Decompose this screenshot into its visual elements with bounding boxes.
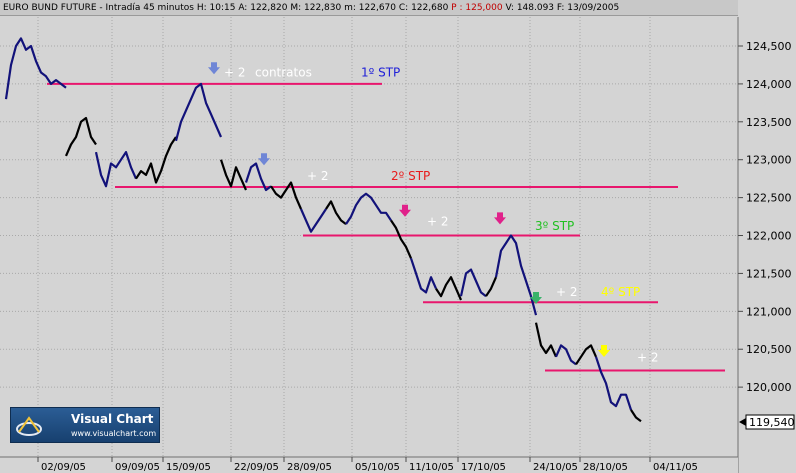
x-tick-label: 04/11/05 [653,462,698,473]
last-price-marker: 119,540 [739,414,795,430]
x-tick-label: 24/10/05 [533,462,578,473]
price-chart: + 2 contratos 1º STP + 2 2º STP + 2 3º STP + 2 4… [0,17,796,473]
x-tick-label: 22/09/05 [234,462,279,473]
x-tick-label: 28/09/05 [287,462,332,473]
annotation-label: + 2 [427,215,449,229]
y-tick-label: 124,500 [746,40,792,53]
x-tick-label: 15/09/05 [166,462,211,473]
y-tick-label: 120,500 [746,343,792,356]
y-tick-label: 122,000 [746,230,792,243]
annotation-label: + 2 [637,350,659,364]
y-tick-label: 123,000 [746,154,792,167]
last-price-label: 119,540 [749,416,795,429]
annotation-label: contratos [255,65,312,79]
annotation-label: + 2 [307,169,329,183]
x-tick-label: 28/10/05 [583,462,628,473]
y-tick-label: 121,000 [746,305,792,318]
x-tick-label: 17/10/05 [461,462,506,473]
y-tick-label: 124,000 [746,78,792,91]
annotation-label: 1º STP [361,65,400,79]
logo-swoosh-icon [16,416,42,436]
visual-chart-logo: Visual Chart www.visualchart.com [10,407,160,443]
chart-window: EURO BUND FUTURE - Intradía 45 minutos H… [0,0,796,473]
logo-title: Visual Chart [71,412,154,426]
x-tick-label: 05/10/05 [355,462,400,473]
x-tick-label: 09/09/05 [115,462,160,473]
annotation-label: 3º STP [535,219,574,233]
x-tick-label: 02/09/05 [41,462,86,473]
annotation-label: 2º STP [391,169,430,183]
y-tick-label: 122,500 [746,192,792,205]
x-tick-label: 11/10/05 [409,462,454,473]
y-tick-label: 123,500 [746,116,792,129]
annotation-label: + 2 [556,285,578,299]
logo-url: www.visualchart.com [71,429,157,438]
y-tick-label: 120,000 [746,381,792,394]
annotation-label: + 2 [224,65,246,79]
y-tick-label: 121,500 [746,267,792,280]
annotation-label: 4º STP [601,285,640,299]
